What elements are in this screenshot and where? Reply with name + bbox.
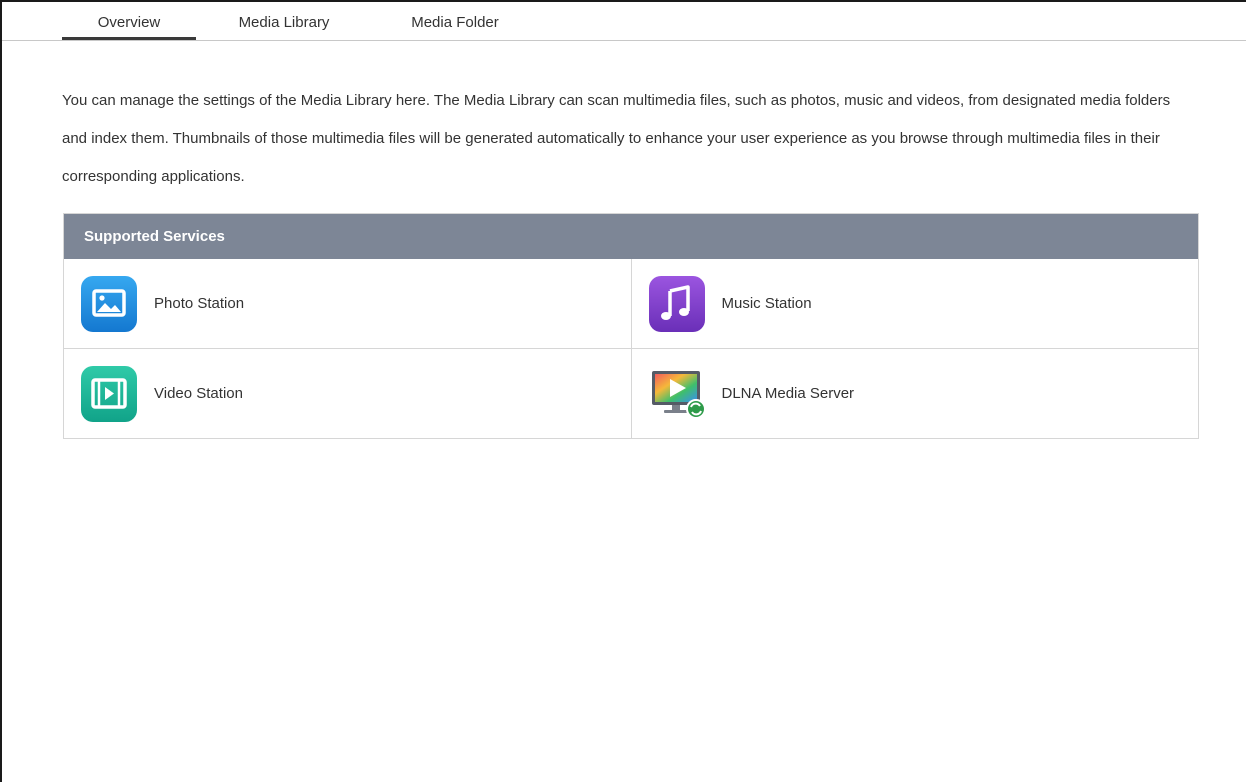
video-station-icon — [80, 365, 138, 423]
service-label: DLNA Media Server — [721, 385, 855, 402]
service-label: Video Station — [154, 385, 243, 402]
service-music-station: Music Station — [630, 259, 1199, 348]
services-row: Photo Station Music Station — [64, 259, 1198, 348]
tab-overview[interactable]: Overview — [62, 14, 196, 40]
supported-services-header: Supported Services — [64, 214, 1198, 259]
tab-bar: Overview Media Library Media Folder — [2, 2, 1246, 41]
service-label: Photo Station — [154, 295, 245, 312]
service-video-station: Video Station — [64, 349, 631, 438]
tab-media-folder[interactable]: Media Folder — [390, 14, 520, 40]
supported-services-table: Supported Services Photo Station Music S… — [63, 213, 1199, 439]
photo-station-icon — [80, 275, 138, 333]
service-photo-station: Photo Station — [64, 259, 631, 348]
dlna-media-server-icon — [648, 365, 706, 423]
services-row: Video Station DLNA Media Server — [64, 348, 1198, 438]
media-library-panel: Overview Media Library Media Folder You … — [0, 0, 1246, 782]
service-label: Music Station — [721, 295, 812, 312]
overview-description: You can manage the settings of the Media… — [62, 92, 1171, 185]
tab-media-library[interactable]: Media Library — [216, 14, 352, 40]
music-station-icon — [648, 275, 706, 333]
service-dlna-media-server: DLNA Media Server — [630, 349, 1199, 438]
